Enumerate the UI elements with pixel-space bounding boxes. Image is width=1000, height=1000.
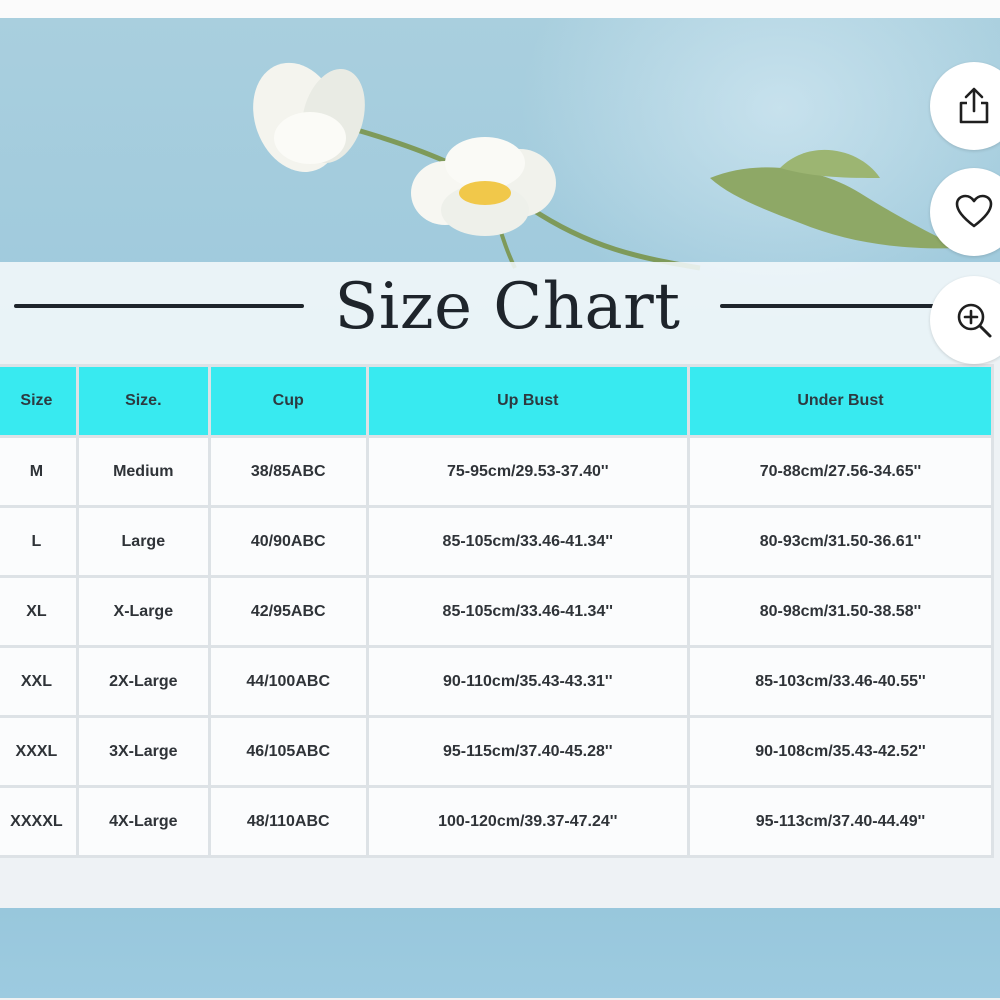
table-header-row: Size Size. Cup Up Bust Under Bust	[0, 364, 995, 438]
column-header-under-bust: Under Bust	[686, 364, 995, 438]
size-cell: XXL	[0, 645, 79, 718]
size-table-panel: Size Size. Cup Up Bust Under Bust M Medi…	[0, 360, 1000, 908]
photo-bottom-strip	[0, 908, 1000, 998]
under-bust-cell: 70-88cm/27.56-34.65''	[686, 435, 995, 508]
table-row: M Medium 38/85ABC 75-95cm/29.53-37.40'' …	[0, 435, 995, 508]
cup-cell: 42/95ABC	[207, 575, 369, 648]
table-row: L Large 40/90ABC 85-105cm/33.46-41.34'' …	[0, 505, 995, 578]
size-table: Size Size. Cup Up Bust Under Bust M Medi…	[0, 364, 995, 858]
under-bust-cell: 85-103cm/33.46-40.55''	[686, 645, 995, 718]
up-bust-cell: 90-110cm/35.43-43.31''	[365, 645, 690, 718]
size-chart-title: Size Chart	[334, 270, 681, 344]
size-cell: XXXXL	[0, 785, 79, 858]
top-margin	[0, 0, 1000, 18]
table-row: XXXL 3X-Large 46/105ABC 95-115cm/37.40-4…	[0, 715, 995, 788]
under-bust-cell: 80-93cm/31.50-36.61''	[686, 505, 995, 578]
size-name-cell: 2X-Large	[75, 645, 211, 718]
column-header-cup: Cup	[207, 364, 369, 438]
size-cell: XL	[0, 575, 79, 648]
up-bust-cell: 75-95cm/29.53-37.40''	[365, 435, 690, 508]
title-rule-left	[14, 304, 304, 308]
cup-cell: 40/90ABC	[207, 505, 369, 578]
under-bust-cell: 95-113cm/37.40-44.49''	[686, 785, 995, 858]
size-name-cell: 4X-Large	[75, 785, 211, 858]
up-bust-cell: 85-105cm/33.46-41.34''	[365, 575, 690, 648]
share-icon	[959, 87, 989, 124]
title-rule-right	[720, 304, 950, 308]
zoom-in-icon	[957, 303, 992, 338]
under-bust-cell: 90-108cm/35.43-42.52''	[686, 715, 995, 788]
size-name-cell: X-Large	[75, 575, 211, 648]
up-bust-cell: 85-105cm/33.46-41.34''	[365, 505, 690, 578]
cup-cell: 48/110ABC	[207, 785, 369, 858]
cup-cell: 46/105ABC	[207, 715, 369, 788]
up-bust-cell: 95-115cm/37.40-45.28''	[365, 715, 690, 788]
table-row: XXXXL 4X-Large 48/110ABC 100-120cm/39.37…	[0, 785, 995, 858]
heart-icon	[955, 194, 993, 228]
size-cell: L	[0, 505, 79, 578]
up-bust-cell: 100-120cm/39.37-47.24''	[365, 785, 690, 858]
size-cell: XXXL	[0, 715, 79, 788]
size-name-cell: 3X-Large	[75, 715, 211, 788]
size-name-cell: Large	[75, 505, 211, 578]
table-row: XXL 2X-Large 44/100ABC 90-110cm/35.43-43…	[0, 645, 995, 718]
cup-cell: 38/85ABC	[207, 435, 369, 508]
under-bust-cell: 80-98cm/31.50-38.58''	[686, 575, 995, 648]
size-name-cell: Medium	[75, 435, 211, 508]
column-header-up-bust: Up Bust	[365, 364, 690, 438]
column-header-size-name: Size.	[75, 364, 211, 438]
table-row: XL X-Large 42/95ABC 85-105cm/33.46-41.34…	[0, 575, 995, 648]
cup-cell: 44/100ABC	[207, 645, 369, 718]
column-header-size: Size	[0, 364, 79, 438]
size-cell: M	[0, 435, 79, 508]
